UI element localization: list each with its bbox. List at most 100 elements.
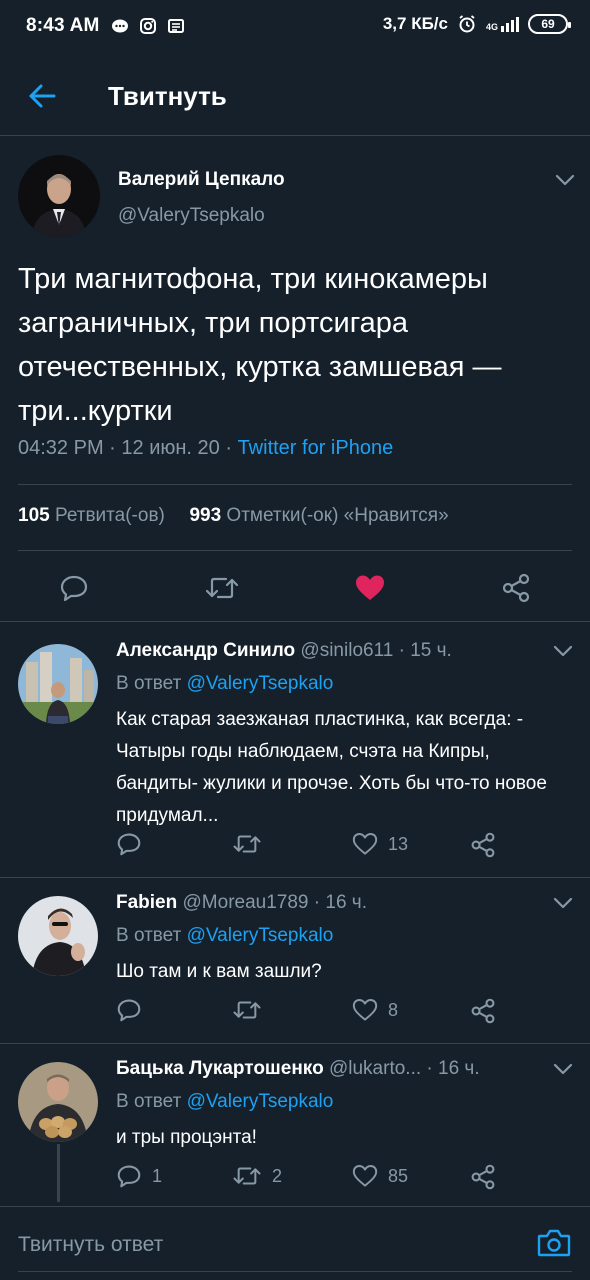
share-button[interactable] [470,832,496,858]
like-count: 13 [388,833,409,854]
heart-icon [352,999,378,1021]
retweet-icon [233,1167,261,1185]
notification-icons [110,16,186,36]
reply-input[interactable]: Твитнуть ответ [18,1233,163,1257]
likes-label[interactable]: Отметки(-ок) «Нравится» [226,505,448,526]
like-button[interactable]: 13 [352,832,408,856]
back-button[interactable] [22,78,62,114]
reply-time: 16 ч. [438,1058,480,1079]
author-handle[interactable]: @ValeryTsepkalo [118,205,265,227]
input-underline [18,1271,572,1272]
tweet-detail-screen: 8:43 AM 3,7 КБ/с 4G 69 Твитнуть Валерий … [0,0,590,1280]
reply-button[interactable]: 1 [116,1164,162,1188]
like-button[interactable]: 85 [352,1164,408,1188]
retweets-count[interactable]: 105 [18,505,50,526]
reply-count: 1 [152,1165,163,1186]
like-count: 8 [388,999,399,1020]
arrow-left-icon [29,84,56,108]
reply-to: В ответ @ValeryTsepkalo [116,925,333,947]
reply-to-mention[interactable]: @ValeryTsepkalo [187,925,334,946]
reply-to-mention[interactable]: @ValeryTsepkalo [187,1091,334,1112]
tweet-date: 12 июн. 20 [121,437,220,459]
chevron-down-icon[interactable] [552,1062,574,1076]
reply-header: Бацька Лукартошенко @lukarto... · 16 ч. [116,1058,480,1080]
reply-actions: 1 2 85 [116,1164,576,1194]
tweet-meta: 04:32 PM · 12 июн. 20 · Twitter for iPho… [18,437,393,460]
retweets-label[interactable]: Ретвита(-ов) [55,505,165,526]
signal-icon: 4G [485,16,519,32]
reply-author-handle[interactable]: @Moreau1789 [183,892,309,913]
reply-author-photo [18,644,98,724]
camera-icon [537,1229,571,1257]
reply-author-name[interactable]: Александр Синило [116,640,295,661]
retweet-button[interactable] [232,832,272,856]
share-icon [471,998,495,1024]
reply-button[interactable] [116,998,152,1022]
reply-tweet[interactable]: Fabien @Moreau1789 · 16 ч. В ответ @Vale… [0,878,590,1044]
reply-text: и тры процэнта! [116,1127,257,1148]
reply-to: В ответ @ValeryTsepkalo [116,1091,333,1113]
meta-separator: · [109,437,122,459]
reply-compose-bar: Твитнуть ответ [0,1206,590,1280]
reply-separator: · [398,640,411,661]
reply-avatar[interactable] [18,644,98,724]
reply-avatar[interactable] [18,896,98,976]
news-icon [168,19,184,33]
system-status: 3,7 КБ/с 4G 69 [382,14,571,34]
reply-text: Как старая заезжаная пластинка, как всег… [116,709,547,826]
reply-separator: · [426,1058,439,1079]
retweet-count: 2 [272,1165,283,1186]
reply-button[interactable] [116,832,152,856]
chevron-down-icon[interactable] [552,896,574,910]
alarm-icon [459,15,475,33]
share-button[interactable] [470,1164,496,1190]
page-title: Твитнуть [108,81,227,111]
author-avatar[interactable] [18,155,100,237]
comment-bubble-icon [117,1165,141,1188]
retweet-button[interactable] [232,998,272,1022]
reply-author-name[interactable]: Бацька Лукартошенко [116,1058,324,1079]
share-button[interactable] [496,570,536,606]
reply-actions: 8 [116,998,576,1028]
share-button[interactable] [470,998,496,1024]
reply-tweet[interactable]: Бацька Лукартошенко @lukarto... · 16 ч. … [0,1044,590,1206]
reply-avatar[interactable] [18,1062,98,1142]
tweet-time: 04:32 PM [18,437,104,459]
share-icon [502,573,530,603]
reply-time: 16 ч. [325,892,367,913]
like-button[interactable]: 8 [352,998,398,1022]
reply-to-label: В ответ [116,1091,182,1112]
reply-to-mention[interactable]: @ValeryTsepkalo [187,673,334,694]
retweet-icon [233,835,261,853]
like-button[interactable] [350,570,390,606]
likes-count[interactable]: 993 [189,505,221,526]
chevron-down-icon[interactable] [552,644,574,658]
reply-author-name[interactable]: Fabien [116,892,177,913]
reply-to-label: В ответ [116,673,182,694]
status-time: 8:43 AM [26,15,100,36]
retweet-icon [205,577,239,599]
retweet-button[interactable] [200,570,244,606]
reply-header: Александр Синило @sinilo611 · 15 ч. [116,640,452,662]
retweet-button[interactable]: 2 [232,1164,282,1188]
reply-text: Шо там и к вам зашли? [116,961,322,982]
reply-button[interactable] [54,570,94,606]
heart-filled-icon [356,575,384,600]
network-type: 4G [485,21,498,32]
tweet-source-link[interactable]: Twitter for iPhone [238,437,394,459]
reply-tweet[interactable]: Александр Синило @sinilo611 · 15 ч. В от… [0,626,590,878]
heart-icon [352,1165,378,1187]
reply-author-handle[interactable]: @sinilo611 [300,640,393,661]
comment-bubble-icon [117,999,141,1022]
author-photo [18,155,100,237]
status-bar: 8:43 AM 3,7 КБ/с 4G 69 [0,0,590,56]
tweet-actions [0,562,590,612]
reply-to: В ответ @ValeryTsepkalo [116,673,333,695]
author-name[interactable]: Валерий Цепкало [118,169,285,191]
reply-actions: 13 [116,832,576,862]
chevron-down-icon[interactable] [554,173,576,187]
reply-author-handle[interactable]: @lukarto... [329,1058,421,1079]
network-speed: 3,7 КБ/с [382,14,448,33]
comment-bubble-icon [117,833,141,856]
camera-button[interactable] [536,1227,572,1259]
